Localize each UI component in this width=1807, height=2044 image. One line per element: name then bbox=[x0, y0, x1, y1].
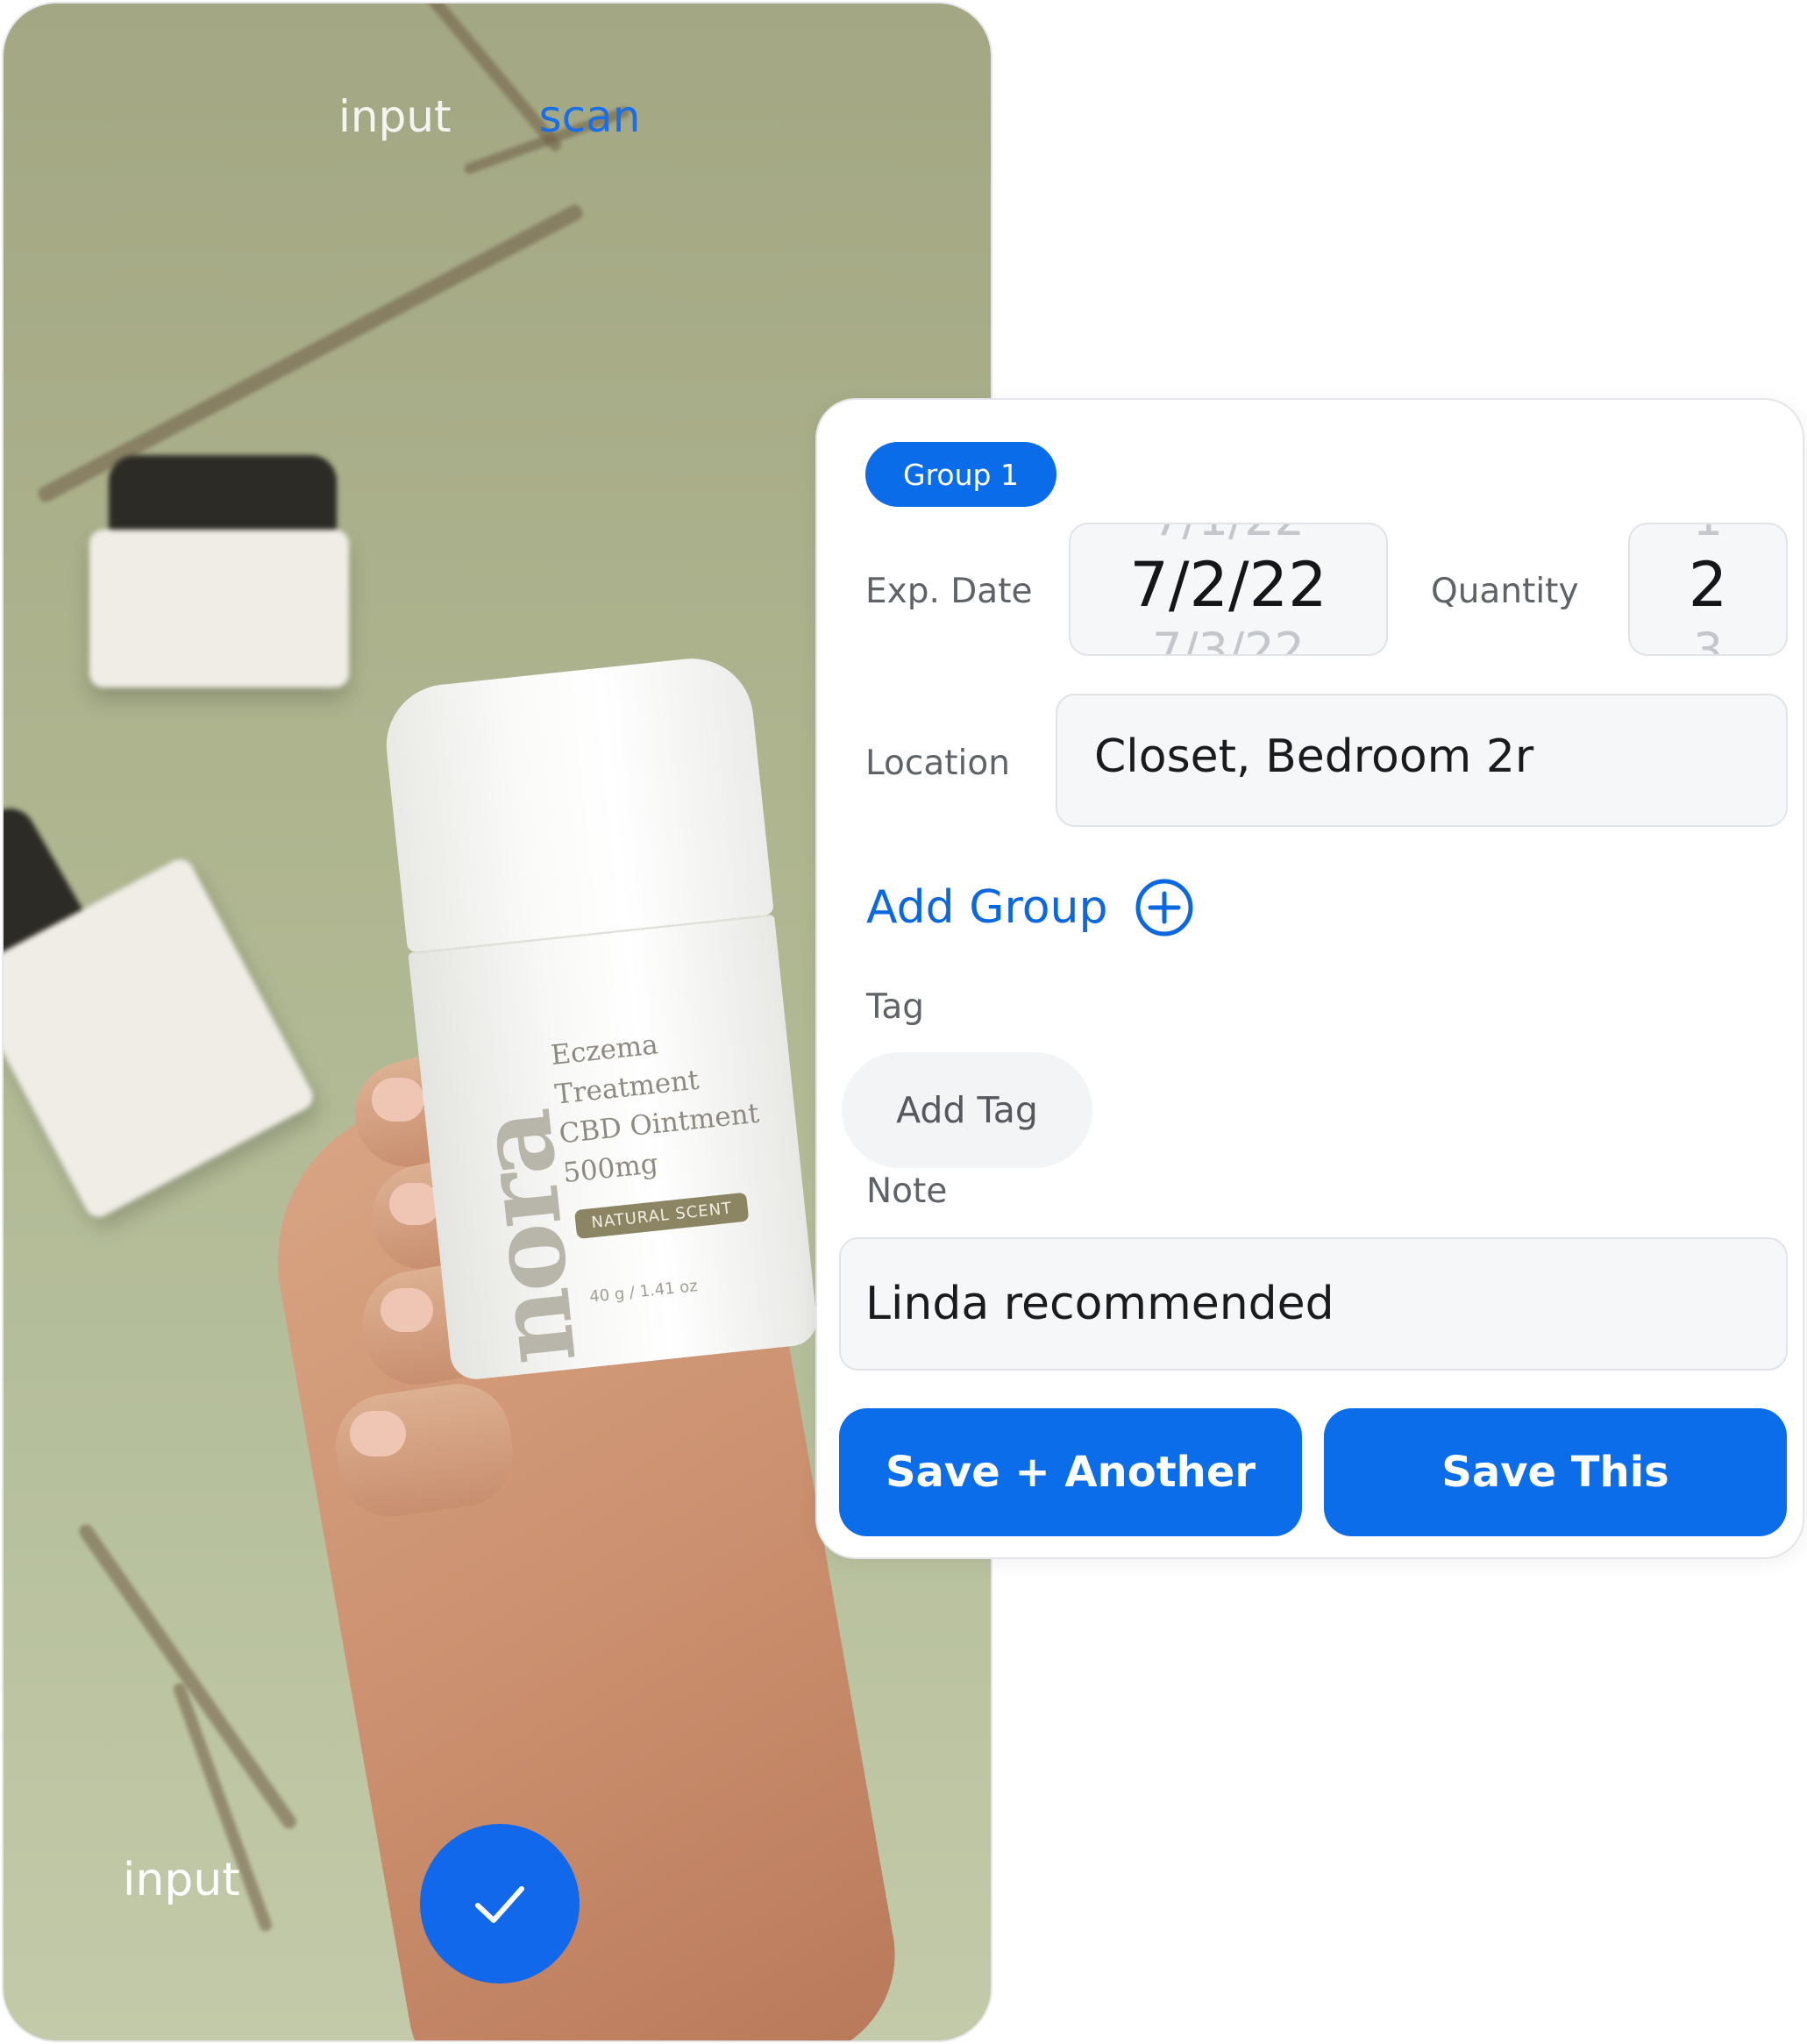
item-form-card: Group 1 Exp. Date 7/1/22 7/2/22 7/3/22 Q… bbox=[815, 398, 1804, 1559]
group-pill[interactable]: Group 1 bbox=[865, 442, 1056, 507]
exp-date-label: Exp. Date bbox=[865, 572, 1033, 611]
quantity-next: 3 bbox=[1692, 623, 1724, 656]
exp-date-picker[interactable]: 7/1/22 7/2/22 7/3/22 bbox=[1069, 523, 1388, 656]
fingernail bbox=[372, 1078, 424, 1122]
quantity-value: 2 bbox=[1688, 549, 1728, 621]
save-another-button[interactable]: Save + Another bbox=[839, 1408, 1302, 1536]
quantity-label: Quantity bbox=[1431, 572, 1579, 611]
note-value: Linda recommended bbox=[865, 1278, 1334, 1330]
save-this-button[interactable]: Save This bbox=[1324, 1408, 1787, 1536]
product-badge: NATURAL SCENT bbox=[573, 1192, 750, 1240]
tab-input[interactable]: input bbox=[338, 91, 452, 142]
quantity-picker[interactable]: 1 2 3 bbox=[1628, 523, 1788, 656]
add-group-button[interactable]: Add Group bbox=[866, 878, 1194, 937]
product-weight: 40 g / 1.41 oz bbox=[588, 1277, 699, 1307]
product-bottle: nora Eczema Treatment CBD Ointment 500mg… bbox=[380, 652, 820, 1382]
input-mode-button[interactable]: input bbox=[123, 1854, 240, 1906]
note-label: Note bbox=[866, 1172, 948, 1211]
checkmark-icon bbox=[475, 1886, 524, 1923]
tag-label: Tag bbox=[866, 987, 925, 1027]
jar-body bbox=[89, 530, 349, 687]
location-value: Closet, Bedroom 2r bbox=[1094, 730, 1534, 783]
location-label: Location bbox=[865, 744, 1010, 783]
capture-button[interactable] bbox=[420, 1824, 580, 1983]
note-field[interactable]: Linda recommended bbox=[839, 1237, 1788, 1371]
exp-date-prev: 7/1/22 bbox=[1071, 524, 1386, 546]
twig-decoration bbox=[75, 1521, 300, 1832]
product-label: nora Eczema Treatment CBD Ointment 500mg… bbox=[408, 914, 820, 1382]
quantity-prev: 1 bbox=[1630, 524, 1786, 546]
plus-circle-icon bbox=[1135, 879, 1193, 937]
exp-date-next: 7/3/22 bbox=[1152, 623, 1305, 656]
mode-tabs: input scan bbox=[338, 91, 641, 142]
add-tag-button[interactable]: Add Tag bbox=[842, 1052, 1092, 1168]
product-description: Eczema Treatment CBD Ointment 500mg bbox=[549, 1014, 783, 1193]
product-cap bbox=[380, 652, 774, 953]
tab-scan[interactable]: scan bbox=[539, 91, 641, 142]
add-group-label: Add Group bbox=[866, 881, 1108, 934]
exp-date-value: 7/2/22 bbox=[1129, 549, 1327, 621]
fingernail bbox=[381, 1288, 433, 1332]
fingernail bbox=[350, 1411, 406, 1456]
location-field[interactable]: Closet, Bedroom 2r bbox=[1056, 694, 1788, 827]
